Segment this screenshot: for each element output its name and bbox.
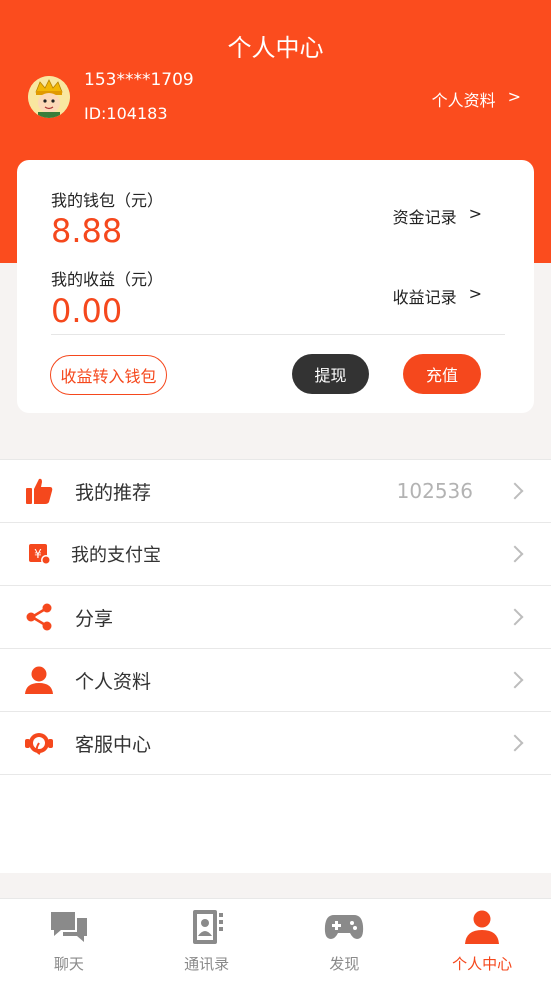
menu-item-label: 个人资料 — [75, 670, 152, 693]
person-icon — [462, 909, 502, 945]
fund-records-label: 资金记录 — [392, 208, 457, 227]
tab-label: 通讯录 — [184, 955, 230, 973]
headset-icon — [22, 726, 56, 760]
chevron-right-icon — [506, 671, 524, 689]
profile-link-label: 个人资料 — [431, 91, 496, 110]
menu-item-label: 我的支付宝 — [71, 545, 161, 566]
share-icon — [22, 600, 56, 634]
user-phone: 153****1709 — [84, 70, 194, 90]
contacts-icon — [187, 909, 227, 945]
settings-menu: 我的推荐 102536 ¥ 我的支付宝 分享 个人资料 客服中心 — [0, 459, 551, 873]
fund-records-link[interactable]: 资金记录 > — [393, 204, 482, 228]
earnings-balance: 0.00 — [51, 292, 123, 330]
transfer-to-wallet-button[interactable]: 收益转入钱包 — [50, 355, 167, 395]
svg-text:¥: ¥ — [34, 547, 42, 561]
person-icon — [22, 663, 56, 697]
menu-item-alipay[interactable]: ¥ 我的支付宝 — [0, 523, 551, 586]
divider — [51, 334, 505, 335]
avatar[interactable] — [28, 76, 70, 118]
chevron-right-icon — [506, 734, 524, 752]
menu-item-label: 客服中心 — [75, 733, 152, 756]
menu-item-profile[interactable]: 个人资料 — [0, 649, 551, 712]
chevron-right-icon: > — [468, 204, 482, 223]
chat-icon — [49, 909, 89, 945]
chevron-right-icon — [506, 545, 524, 563]
wallet-label: 我的钱包（元） — [51, 191, 164, 210]
tab-label: 发现 — [329, 955, 360, 973]
user-id: ID:104183 — [84, 104, 168, 123]
chevron-right-icon — [506, 482, 524, 500]
profile-link[interactable]: 个人资料 > — [432, 87, 521, 111]
gamepad-icon — [324, 909, 364, 945]
tab-chat[interactable]: 聊天 — [0, 899, 138, 981]
recommend-count: 102536 — [396, 479, 473, 503]
tab-personal-center[interactable]: 个人中心 — [413, 899, 551, 981]
earnings-records-link[interactable]: 收益记录 > — [393, 284, 482, 308]
menu-item-label: 我的推荐 — [75, 481, 152, 504]
chevron-right-icon — [506, 608, 524, 626]
page-title: 个人中心 — [227, 34, 324, 62]
alipay-icon: ¥ — [22, 537, 56, 571]
bottom-tab-bar: 聊天 通讯录 发现 个人中心 — [0, 898, 551, 981]
earnings-label: 我的收益（元） — [51, 270, 164, 289]
chevron-right-icon: > — [507, 87, 521, 106]
withdraw-button[interactable]: 提现 — [292, 354, 369, 394]
section-gap — [0, 429, 551, 459]
tab-label: 个人中心 — [452, 955, 513, 973]
menu-item-recommend[interactable]: 我的推荐 102536 — [0, 460, 551, 523]
recharge-button[interactable]: 充值 — [403, 354, 481, 394]
wallet-balance: 8.88 — [51, 212, 123, 250]
earnings-records-label: 收益记录 — [392, 288, 457, 307]
tab-label: 聊天 — [53, 955, 84, 973]
wallet-card: 我的钱包（元） 8.88 资金记录 > 我的收益（元） 0.00 收益记录 > … — [17, 160, 534, 413]
thumbs-up-icon — [22, 474, 56, 508]
tab-contacts[interactable]: 通讯录 — [138, 899, 276, 981]
menu-item-customer-service[interactable]: 客服中心 — [0, 712, 551, 775]
menu-item-share[interactable]: 分享 — [0, 586, 551, 649]
tab-discover[interactable]: 发现 — [276, 899, 414, 981]
chevron-right-icon: > — [468, 284, 482, 303]
menu-item-label: 分享 — [75, 607, 114, 630]
